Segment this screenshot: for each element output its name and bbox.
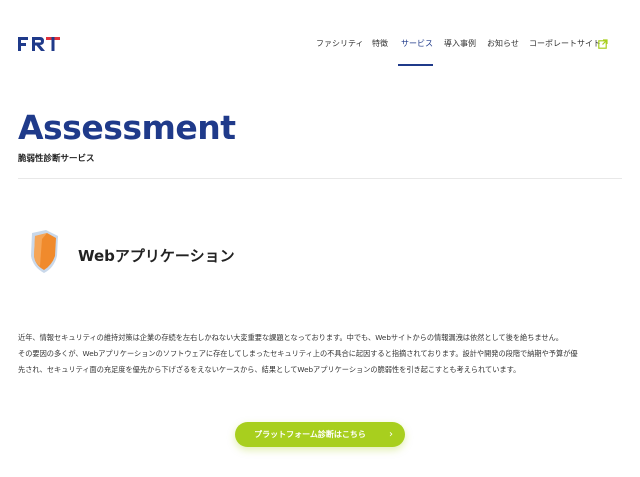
nav-item-case-studies[interactable]: 導入事例 [444,38,476,49]
description-line: 近年、情報セキュリティの維持対策は企業の存続を左右しかねない大変重要な課題となっ… [18,333,563,342]
active-nav-indicator [398,64,433,66]
nav-item-features[interactable]: 特徴 [372,38,388,49]
description-line: その要因の多くが、Webアプリケーションのソフトウェアに存在してしまったセキュリ… [18,349,578,358]
page-subtitle: 脆弱性診断サービス [18,154,95,164]
global-nav: ファシリティ 特徴 サービス 導入事例 お知らせ コーポレートサイト [0,38,640,66]
section-title: Webアプリケーション [78,247,235,265]
nav-item-news[interactable]: お知らせ [487,38,519,49]
site-header: ファシリティ 特徴 サービス 導入事例 お知らせ コーポレートサイト [0,0,640,66]
shield-icon [31,230,58,273]
description-line: 先され、セキュリティ面の充足度を優先から下げざるをえないケースから、結果としてW… [18,365,521,374]
nav-item-corporate-site[interactable]: コーポレートサイト [529,38,601,49]
nav-item-services[interactable]: サービス [401,38,433,49]
section-description: 近年、情報セキュリティの維持対策は企業の存続を左右しかねない大変重要な課題となっ… [18,330,628,378]
chevron-right-icon: › [389,429,393,440]
platform-assessment-button[interactable]: プラットフォーム診断はこちら › [235,422,405,447]
cta-label: プラットフォーム診断はこちら [254,430,366,439]
external-link-icon[interactable] [598,39,608,49]
hero-divider [18,178,622,179]
page-title: Assessment [18,108,236,147]
nav-item-facility[interactable]: ファシリティ [316,38,364,49]
